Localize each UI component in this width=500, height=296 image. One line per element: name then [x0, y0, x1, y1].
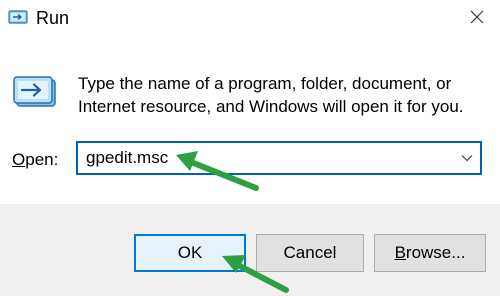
open-input[interactable]	[86, 143, 446, 173]
run-dialog: Run Type the name of a program, folder, …	[0, 0, 500, 296]
browse-rest: rowse...	[405, 243, 466, 262]
browse-accel: B	[394, 243, 406, 262]
window-title: Run	[36, 8, 70, 28]
open-label-accel: O	[12, 150, 26, 169]
open-label: Open:	[12, 149, 58, 171]
ok-button[interactable]: OK	[134, 234, 246, 272]
close-button[interactable]	[454, 0, 500, 34]
open-combobox[interactable]	[76, 141, 482, 175]
chevron-down-icon[interactable]	[460, 151, 474, 165]
cancel-button[interactable]: Cancel	[256, 234, 364, 272]
open-label-rest: pen:	[25, 150, 59, 169]
run-dialog-icon	[13, 76, 56, 107]
dialog-description: Type the name of a program, folder, docu…	[78, 74, 464, 116]
run-app-icon	[8, 10, 28, 24]
browse-button[interactable]: Browse...	[374, 234, 486, 272]
close-icon	[470, 10, 484, 24]
